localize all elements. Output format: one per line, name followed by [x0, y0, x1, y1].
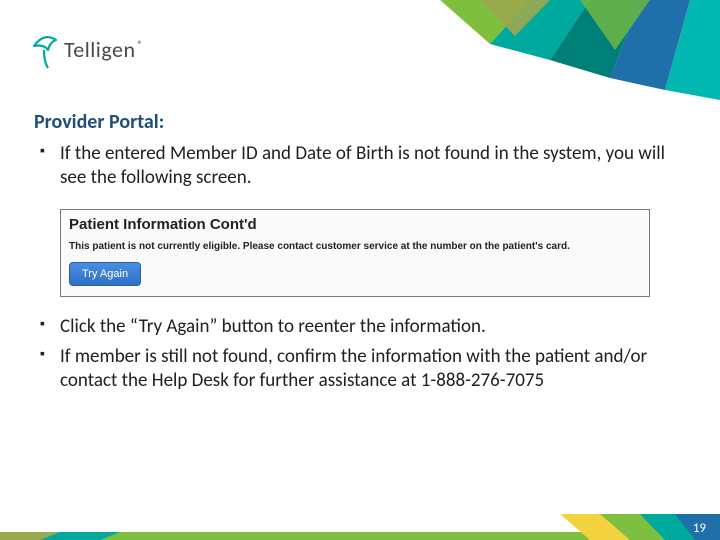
list-item: If the entered Member ID and Date of Bir… — [34, 142, 686, 191]
header-decoration — [440, 0, 720, 100]
section-title: Provider Portal: — [34, 110, 686, 134]
screenshot-message: This patient is not currently eligible. … — [69, 241, 641, 252]
try-again-button[interactable]: Try Again — [69, 262, 141, 286]
list-item: Click the “Try Again” button to reenter … — [34, 315, 686, 339]
bullet-list-top: If the entered Member ID and Date of Bir… — [34, 142, 686, 191]
footer-bar: 19 — [0, 514, 720, 540]
content-area: Provider Portal: If the entered Member I… — [34, 110, 686, 400]
logo-name: Telligen — [64, 36, 136, 63]
embedded-screenshot: Patient Information Cont'd This patient … — [60, 209, 650, 297]
slide: Telligen® Provider Portal: If the entere… — [0, 0, 720, 540]
brand-logo: Telligen® — [30, 28, 143, 70]
screenshot-title: Patient Information Cont'd — [69, 216, 641, 233]
page-number: 19 — [693, 521, 706, 536]
registered-mark: ® — [138, 38, 144, 51]
logo-mark-icon — [30, 28, 62, 70]
list-item: If member is still not found, confirm th… — [34, 345, 686, 394]
bullet-list-bottom: Click the “Try Again” button to reenter … — [34, 315, 686, 394]
logo-text: Telligen® — [64, 36, 143, 63]
